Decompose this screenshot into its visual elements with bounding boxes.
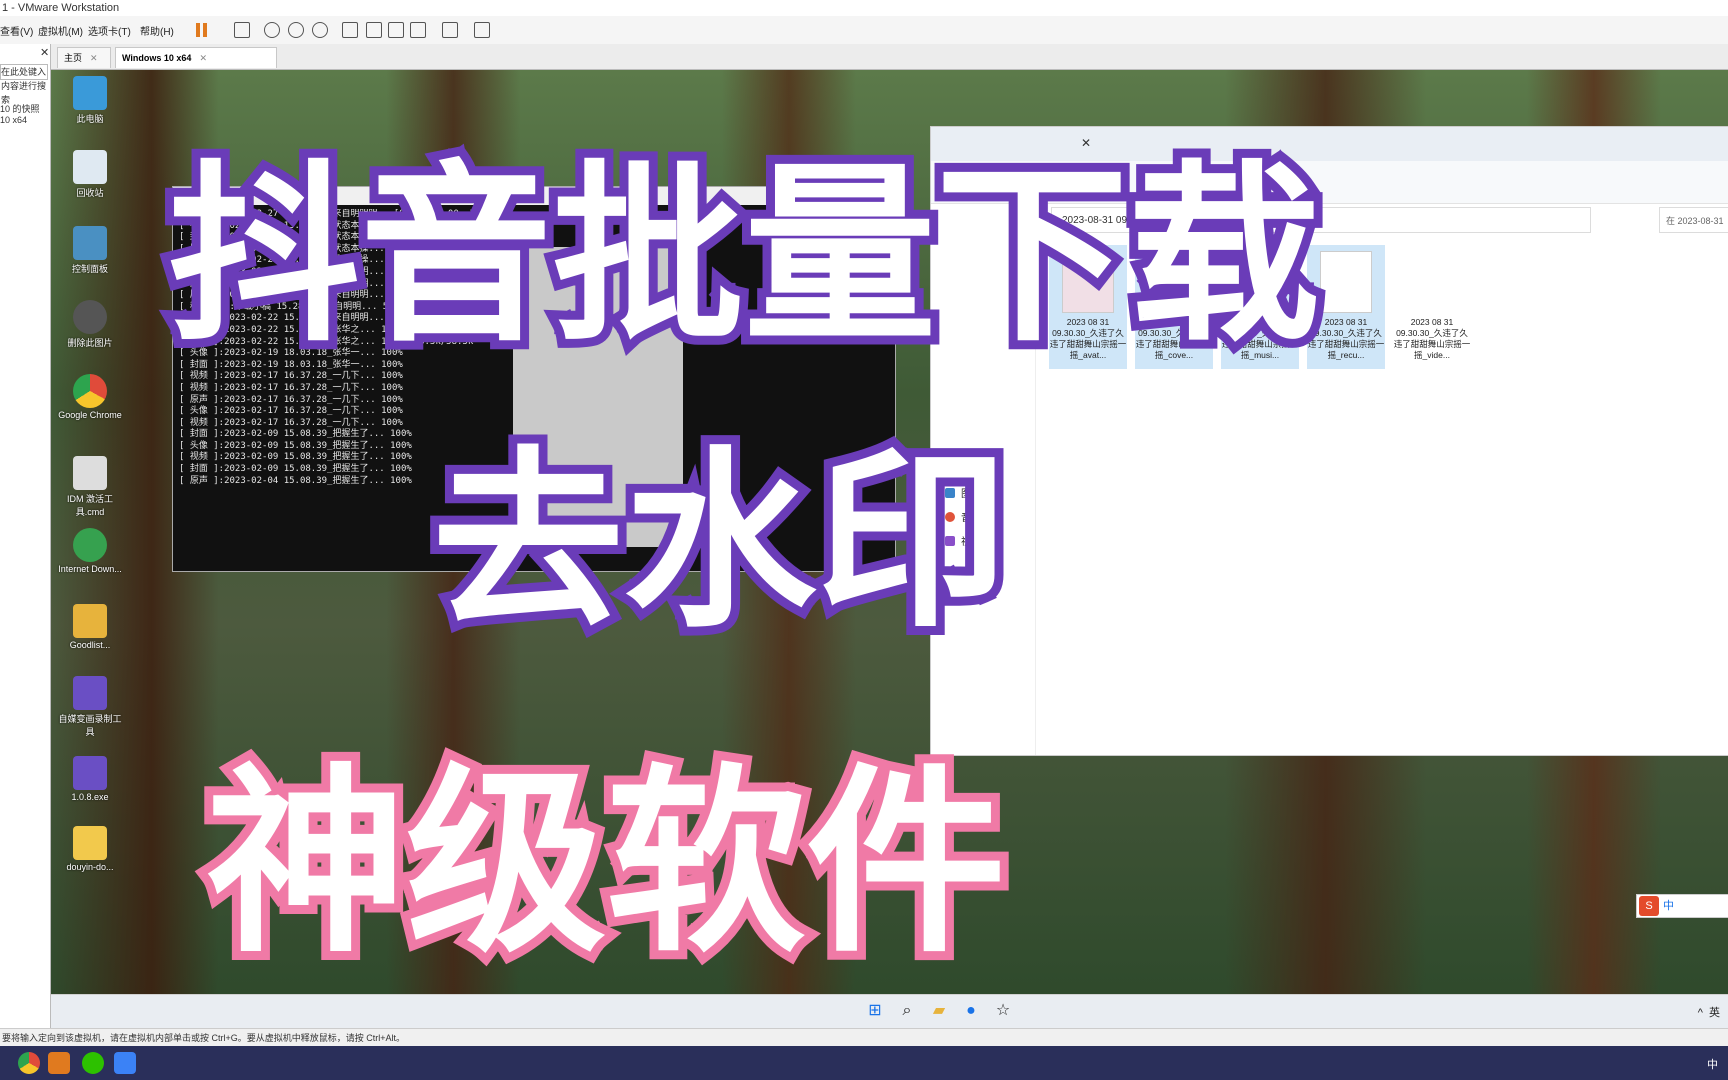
send-keys-icon[interactable] (234, 22, 250, 38)
search-input[interactable]: 在 2023-08-31 (1659, 207, 1728, 233)
vm-tab-strip: 主页 ✕ Windows 10 x64 ✕ (51, 44, 1728, 70)
video-thumbnail (1406, 251, 1458, 313)
sogou-icon: S (1639, 896, 1659, 916)
camera-icon (73, 300, 107, 334)
menu-view[interactable]: 查看(V) (0, 23, 33, 38)
edge-icon[interactable]: ● (961, 1001, 981, 1021)
file-tile[interactable]: 2023 08 31 09.30.30_久违了久违了甜甜舞山宗摇一摇_vide..… (1393, 245, 1471, 369)
search-icon[interactable]: ⌕ (897, 1001, 917, 1021)
wechat-icon[interactable] (82, 1052, 104, 1074)
menu-help[interactable]: 帮助(H) (140, 23, 174, 38)
library-item[interactable]: 10 x64 (0, 115, 27, 125)
overlay-title-line1: 抖音批量下载 (159, 136, 1329, 377)
close-icon: ✕ (199, 53, 207, 63)
thumbnail-icon[interactable] (366, 22, 382, 38)
window-title: 1 - VMware Workstation (0, 0, 1728, 16)
control-panel-icon (73, 226, 107, 260)
chrome-icon (73, 374, 107, 408)
desktop-icon-douyin-folder[interactable]: douyin-do... (55, 826, 125, 872)
ime-toolbar[interactable]: S中 (1636, 894, 1728, 918)
monitor-icon (73, 76, 107, 110)
console-icon[interactable] (442, 22, 458, 38)
library-search-input[interactable]: 在此处键入内容进行搜索 (0, 64, 48, 105)
notepad-icon[interactable] (114, 1052, 136, 1074)
desktop-icon-idm-cmd[interactable]: IDM 激活工具.cmd (55, 456, 125, 518)
snapshot-icon[interactable] (264, 22, 280, 38)
folder-icon (73, 826, 107, 860)
host-taskbar: 中 (0, 1046, 1728, 1080)
desktop-icon-exe[interactable]: 1.0.8.exe (55, 756, 125, 802)
library-panel: ✕ 在此处键入内容进行搜索 10 的快照 10 x64 (0, 44, 51, 1044)
tray-arrow-icon[interactable]: ^ (1698, 1007, 1703, 1019)
tab-home[interactable]: 主页 ✕ (57, 47, 111, 68)
recycle-bin-icon (73, 150, 107, 184)
desktop-icon-goodlist[interactable]: Goodlist... (55, 604, 125, 650)
revert-snapshot-icon[interactable] (288, 22, 304, 38)
snapshot-manager-icon[interactable] (312, 22, 328, 38)
tray-lang[interactable]: 英 (1709, 1007, 1720, 1019)
desktop-icon-recorder[interactable]: 自媒变画录制工具 (55, 676, 125, 738)
tab-windows-10[interactable]: Windows 10 x64 ✕ (115, 47, 277, 68)
desktop-icon-recycle-bin[interactable]: 回收站 (55, 150, 125, 199)
folder-icon (73, 604, 107, 638)
file-icon (1320, 251, 1372, 313)
menu-vm[interactable]: 虚拟机(M) (38, 23, 83, 38)
desktop-icon-this-pc[interactable]: 此电脑 (55, 76, 125, 125)
desktop-icon-delete-picture[interactable]: 删除此图片 (55, 300, 125, 349)
video-icon (73, 756, 107, 790)
desktop-icon-idm[interactable]: Internet Down... (55, 528, 125, 574)
overlay-title-line2: 去水印 (423, 422, 1017, 663)
close-icon[interactable]: ✕ (40, 46, 49, 59)
close-icon: ✕ (90, 53, 98, 63)
overlay-title-line3: 神级软件 (197, 738, 1015, 989)
fullscreen-icon[interactable] (388, 22, 404, 38)
host-tray: 中 (1707, 1056, 1718, 1072)
pause-icon[interactable] (194, 22, 210, 38)
star-icon[interactable]: ☆ (993, 1001, 1013, 1021)
menu-tabs[interactable]: 选项卡(T) (88, 23, 131, 38)
vm-status-bar: 要将输入定向到该虚拟机，请在虚拟机内部单击或按 Ctrl+G。要从虚拟机中释放鼠… (0, 1028, 1728, 1047)
stretch-icon[interactable] (474, 22, 490, 38)
file-explorer-icon[interactable]: ▰ (929, 1001, 949, 1021)
chrome-icon[interactable] (18, 1052, 40, 1074)
library-item[interactable]: 10 的快照 (0, 102, 40, 115)
video-icon (73, 676, 107, 710)
desktop-icon-control-panel[interactable]: 控制面板 (55, 226, 125, 275)
vmware-icon[interactable] (48, 1052, 70, 1074)
idm-icon (73, 528, 107, 562)
guest-tray: ^ 英 (1698, 1004, 1720, 1020)
desktop-icon-chrome[interactable]: Google Chrome (55, 374, 125, 420)
library-toggle-icon[interactable] (342, 22, 358, 38)
tray-ime[interactable]: 中 (1707, 1059, 1718, 1071)
gear-icon (73, 456, 107, 490)
unity-icon[interactable] (410, 22, 426, 38)
guest-taskbar: ⊞ ⌕ ▰ ● ☆ ^ 英 (51, 994, 1728, 1029)
start-icon[interactable]: ⊞ (865, 1001, 885, 1021)
menu-bar: 查看(V) 虚拟机(M) 选项卡(T) 帮助(H) (0, 16, 1728, 45)
